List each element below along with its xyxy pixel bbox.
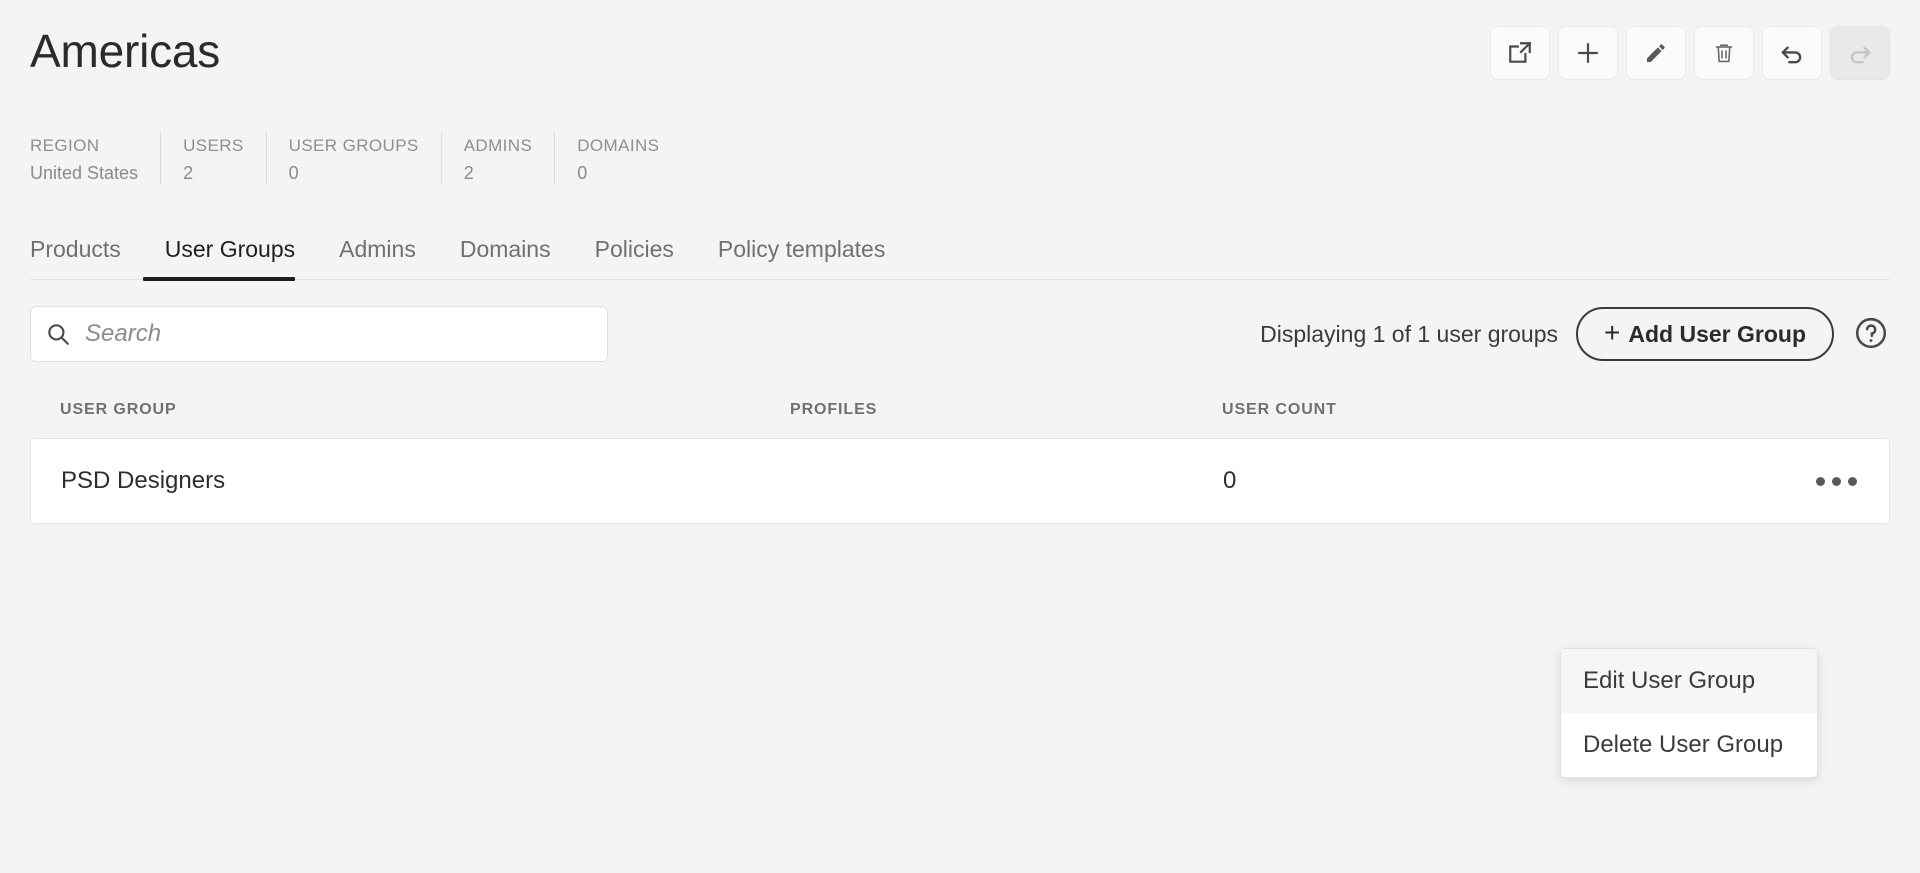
ellipsis-icon	[1816, 476, 1825, 486]
stat-user-groups: USER GROUPS 0	[267, 132, 442, 184]
undo-arrow-icon	[1779, 40, 1805, 66]
search-box[interactable]	[30, 306, 608, 362]
trash-icon	[1712, 41, 1736, 65]
plus-icon: +	[1604, 317, 1621, 348]
tab-bar: Products User Groups Admins Domains Poli…	[30, 218, 1890, 281]
displaying-count-label: Displaying 1 of 1 user groups	[1260, 320, 1559, 347]
pencil-icon	[1644, 41, 1668, 65]
tab-admins[interactable]: Admins	[317, 236, 438, 279]
redo-arrow-icon	[1847, 40, 1873, 66]
tab-user-groups[interactable]: User Groups	[142, 236, 317, 281]
row-context-menu: Edit User Group Delete User Group	[1560, 648, 1818, 778]
table-row[interactable]: PSD Designers 0	[30, 438, 1890, 524]
undo-button[interactable]	[1762, 26, 1822, 80]
stat-domains: DOMAINS 0	[555, 132, 681, 184]
add-user-group-label: Add User Group	[1628, 320, 1806, 347]
stat-value: United States	[30, 163, 139, 184]
page-header: Americas	[30, 0, 1890, 118]
column-header-user-count: USER COUNT	[1222, 401, 1337, 418]
menu-item-delete-user-group[interactable]: Delete User Group	[1561, 713, 1817, 777]
tab-policy-templates[interactable]: Policy templates	[696, 236, 907, 279]
help-button[interactable]	[1852, 315, 1890, 353]
delete-button[interactable]	[1694, 26, 1754, 80]
cell-user-count: 0	[1223, 467, 1237, 494]
column-header-user-group: USER GROUP	[60, 401, 177, 418]
tab-domains[interactable]: Domains	[438, 236, 573, 279]
table-header-row: USER GROUP PROFILES USER COUNT	[30, 392, 1890, 428]
user-groups-table: USER GROUP PROFILES USER COUNT PSD Desig…	[30, 392, 1890, 524]
external-link-icon	[1507, 40, 1533, 66]
stat-users: USERS 2	[161, 132, 267, 184]
stat-label: ADMINS	[463, 136, 533, 155]
stat-label: USER GROUPS	[288, 136, 419, 155]
stat-admins: ADMINS 2	[442, 132, 556, 184]
add-button[interactable]	[1558, 26, 1618, 80]
tab-policies[interactable]: Policies	[573, 236, 696, 279]
row-more-options-button[interactable]	[1814, 471, 1859, 492]
stat-value: 0	[288, 163, 299, 184]
stat-value: 0	[577, 163, 588, 184]
cell-user-group: PSD Designers	[61, 467, 226, 494]
stat-label: DOMAINS	[577, 136, 660, 155]
header-toolbar	[1490, 26, 1890, 80]
menu-item-edit-user-group[interactable]: Edit User Group	[1561, 649, 1817, 713]
page-root: Americas REGION United States USERS 2 US…	[0, 0, 1920, 873]
list-toolbar-right: Displaying 1 of 1 user groups + Add User…	[1260, 307, 1890, 361]
stat-region: REGION United States	[30, 132, 162, 184]
ellipsis-icon	[1832, 476, 1841, 486]
tab-products[interactable]: Products	[30, 236, 143, 279]
add-user-group-button[interactable]: + Add User Group	[1576, 307, 1834, 361]
stat-label: REGION	[30, 136, 100, 155]
column-header-profiles: PROFILES	[790, 401, 878, 418]
stat-value: 2	[183, 163, 194, 184]
search-icon	[45, 321, 71, 347]
page-title: Americas	[30, 25, 221, 77]
redo-button[interactable]	[1830, 26, 1890, 80]
ellipsis-icon	[1848, 476, 1857, 486]
stat-value: 2	[463, 163, 474, 184]
stat-label: USERS	[183, 136, 244, 155]
open-external-button[interactable]	[1490, 26, 1550, 80]
help-circle-icon	[1853, 315, 1889, 354]
stats-bar: REGION United States USERS 2 USER GROUPS…	[30, 132, 1890, 194]
list-toolbar: Displaying 1 of 1 user groups + Add User…	[30, 306, 1890, 362]
plus-icon	[1575, 40, 1601, 66]
search-input[interactable]	[83, 307, 593, 361]
edit-button[interactable]	[1626, 26, 1686, 80]
